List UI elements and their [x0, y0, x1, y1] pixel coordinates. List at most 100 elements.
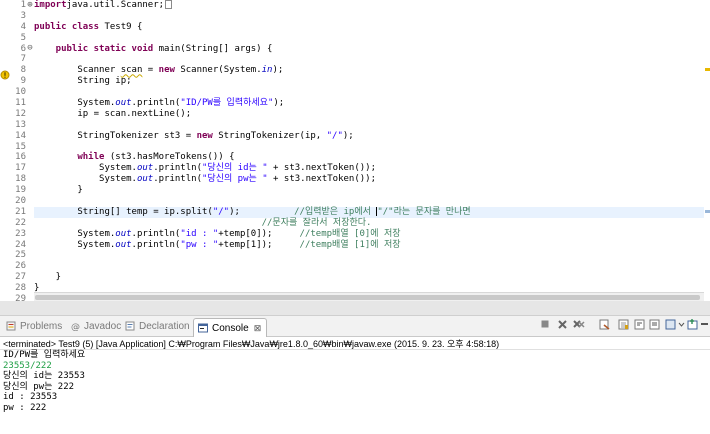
code-token: java.util.Scanner;	[66, 0, 165, 10]
console-output-line: 당신의 pw는 222	[3, 381, 75, 392]
code-token: "/"	[212, 206, 230, 217]
views-tab-bar: Problems @ Javadoc Declaration Console ⊠	[0, 316, 710, 337]
tab-declaration[interactable]: Declaration	[125, 318, 190, 337]
code-token: );	[273, 98, 285, 109]
code-line[interactable]: Scanner scan = new Scanner(System.in);	[34, 65, 710, 76]
code-token: =	[142, 65, 159, 76]
code-area[interactable]: importjava.util.Scanner; public class Tes…	[34, 0, 710, 301]
code-token: "ID/PW를 입력하세요"	[180, 98, 274, 109]
code-line[interactable]: while (st3.hasMoreTokens()) {	[34, 152, 710, 163]
code-token: .println(	[131, 228, 181, 239]
line-number: 19	[15, 185, 26, 196]
panel-separator[interactable]	[0, 301, 710, 316]
tab-label: Console	[212, 323, 249, 334]
code-token: Scanner	[34, 65, 121, 76]
code-line[interactable]	[34, 33, 710, 44]
warning-icon[interactable]	[0, 65, 10, 80]
collapse-fold-icon[interactable]: ⊖	[26, 44, 34, 54]
code-line[interactable]: public class Test9 {	[34, 22, 710, 33]
code-line[interactable]: String[] temp = ip.split("/"); //입력받은 ip…	[34, 206, 710, 218]
line-number: 22	[15, 217, 26, 228]
expand-fold-icon[interactable]: ⊕	[26, 0, 34, 10]
pin-console-icon[interactable]	[648, 319, 661, 332]
tab-console[interactable]: Console ⊠	[193, 318, 268, 337]
overview-marker[interactable]	[705, 210, 710, 214]
chevron-down-icon[interactable]	[677, 319, 685, 332]
code-token: "/"라는 문자를 만나면	[377, 206, 471, 217]
code-token: (st3.hasMoreTokens()) {	[104, 152, 235, 163]
clear-console-icon[interactable]	[598, 319, 611, 332]
line-number: 28	[15, 283, 26, 294]
tab-label: Declaration	[139, 321, 190, 332]
code-token: .println(	[131, 98, 181, 109]
scrollbar-thumb[interactable]	[35, 295, 700, 300]
code-line[interactable]: StringTokenizer st3 = new StringTokenize…	[34, 131, 710, 142]
overview-marker[interactable]	[705, 68, 710, 72]
horizontal-scrollbar[interactable]	[34, 292, 704, 301]
tab-label: Javadoc	[84, 321, 122, 332]
line-number: 5	[20, 32, 26, 43]
open-console-icon[interactable]	[686, 319, 699, 332]
tab-problems[interactable]: Problems	[6, 318, 62, 337]
code-line[interactable]	[34, 120, 710, 131]
code-token: public static void	[34, 43, 154, 54]
remove-launch-icon[interactable]	[556, 319, 569, 332]
tab-label: Problems	[20, 321, 63, 332]
code-line[interactable]	[34, 87, 710, 98]
close-icon[interactable]: ⊠	[254, 319, 262, 337]
code-token: + st3.nextToken());	[267, 163, 377, 174]
remove-all-terminated-icon[interactable]	[572, 319, 585, 332]
code-token: out	[115, 98, 132, 109]
tab-javadoc[interactable]: @ Javadoc	[70, 318, 121, 337]
problems-icon	[6, 320, 16, 331]
code-line[interactable]: ip = scan.nextLine();	[34, 109, 710, 120]
code-token: in	[261, 65, 273, 76]
code-token: out	[136, 163, 154, 174]
code-line[interactable]: }	[34, 272, 710, 283]
code-line[interactable]: System.out.println("ID/PW를 입력하세요");	[34, 98, 710, 109]
code-line[interactable]: //문자를 잘라서 저장한다.	[34, 218, 710, 229]
terminate-icon[interactable]	[538, 319, 551, 332]
line-number: 20	[15, 196, 26, 207]
code-line[interactable]: }	[34, 185, 710, 196]
console-icon	[198, 322, 208, 333]
code-editor[interactable]: 1 3 4 5 6 7 8 9 10 11 12 13 14 15 16 17 18 19 20 21 22 23 24 25…	[0, 0, 710, 301]
console-view[interactable]: <terminated> Test9 (5) [Java Application…	[0, 338, 710, 434]
collapsed-block-marker[interactable]	[165, 0, 173, 9]
code-token: Test9 {	[99, 21, 143, 32]
scroll-lock-icon[interactable]	[617, 319, 630, 332]
code-line[interactable]	[34, 261, 710, 272]
code-token: main(String[] args) {	[153, 43, 273, 54]
code-line[interactable]: String ip;	[34, 76, 710, 87]
code-line[interactable]	[34, 142, 710, 153]
code-line[interactable]	[34, 250, 710, 261]
code-line[interactable]: public static void main(String[] args) {	[34, 44, 710, 55]
svg-text:@: @	[71, 323, 80, 332]
code-line[interactable]	[34, 11, 710, 22]
code-line[interactable]	[34, 54, 710, 65]
minimize-icon[interactable]	[699, 319, 709, 332]
code-token: + st3.nextToken());	[267, 174, 377, 185]
display-console-icon[interactable]	[664, 319, 677, 332]
code-token: }	[34, 185, 83, 196]
code-token: out	[115, 239, 132, 250]
code-line[interactable]: System.out.println("당신의 id는 " + st3.next…	[34, 163, 710, 174]
code-line[interactable]: System.out.println("id : "+temp[0]); //t…	[34, 229, 710, 240]
code-line[interactable]: importjava.util.Scanner;	[34, 0, 710, 11]
line-number: 3	[20, 10, 26, 21]
console-output-line: 당신의 id는 23553	[3, 371, 85, 381]
console-output-line: pw : 222	[3, 402, 47, 413]
line-number: 24	[15, 239, 26, 250]
code-line[interactable]	[34, 196, 710, 207]
code-token: "당신의 id는 "	[202, 163, 268, 174]
code-token: +temp[0]);	[218, 228, 273, 239]
code-token: System.	[34, 174, 137, 185]
console-header: <terminated> Test9 (5) [Java Application…	[0, 338, 710, 350]
word-wrap-icon[interactable]	[633, 319, 646, 332]
code-token: System.	[34, 228, 116, 239]
code-token: );	[342, 130, 354, 141]
code-line[interactable]: System.out.println("pw : "+temp[1]); //t…	[34, 240, 710, 251]
line-number: 7	[20, 54, 26, 65]
code-line[interactable]: System.out.println("당신의 pw는 " + st3.next…	[34, 174, 710, 185]
line-number: 27	[15, 272, 26, 283]
